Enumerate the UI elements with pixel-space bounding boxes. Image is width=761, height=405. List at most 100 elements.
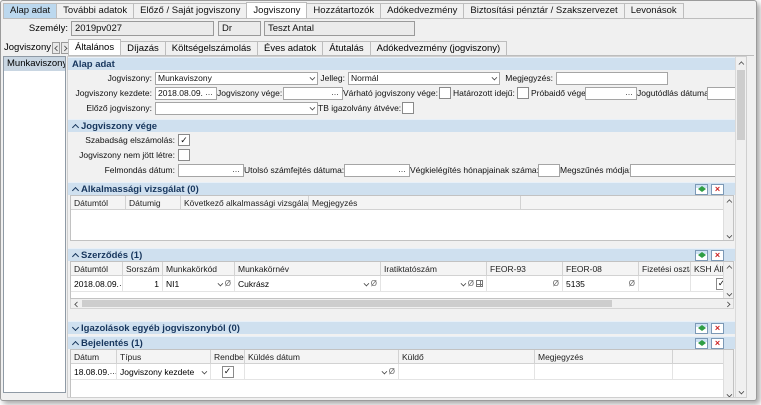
grid-export-icon[interactable] (695, 322, 708, 334)
col-megjegyzes[interactable]: Megjegyzés (309, 196, 521, 209)
szabadsag-elszamolas-checkbox[interactable]: ✓ (178, 134, 190, 146)
col-datumig[interactable]: Dátumig (126, 196, 181, 209)
cell-datum[interactable]: 18.08.09. … (71, 364, 117, 379)
tab-altalanos[interactable]: Általános (68, 39, 122, 55)
szerzodes-hscrollbar[interactable] (70, 299, 734, 309)
section-header-alkalmassagi[interactable]: Alkalmassági vizsgálat (0) × (68, 182, 736, 195)
chevron-down-icon[interactable] (310, 106, 315, 111)
grid-export-icon[interactable] (695, 337, 708, 349)
tab-biztositasi-penztar[interactable]: Biztosítási pénztár / Szakszervezet (463, 3, 625, 18)
grid-delete-icon[interactable]: × (711, 337, 724, 349)
col-fizetesi-osztaly[interactable]: Fizetési osztály (639, 262, 691, 275)
cell-datumtol[interactable]: 2018.08.09. … (71, 276, 123, 291)
chevron-down-icon[interactable] (217, 281, 222, 286)
tab-elozo-sajat-jogviszony[interactable]: Előző / Saját jogviszony (133, 3, 248, 18)
col-datum[interactable]: Dátum (71, 350, 117, 363)
list-item-munkaviszony[interactable]: Munkaviszony (4, 57, 65, 71)
cell-sorszam[interactable]: 1 (123, 276, 163, 291)
scroll-up-button[interactable] (724, 262, 733, 271)
tab-adokedvezmeny-jogviszony[interactable]: Adókedvezmény (jogviszony) (369, 41, 508, 55)
grid-export-icon[interactable] (695, 249, 708, 261)
grid-scrollbar[interactable] (723, 350, 733, 397)
collapse-icon[interactable] (72, 123, 78, 129)
jogviszony-vege-date[interactable]: … (283, 86, 343, 100)
jogviszony-select[interactable]: Munkaviszony (155, 71, 318, 85)
scroll-thumb[interactable] (737, 70, 745, 140)
collapse-icon[interactable] (72, 252, 78, 258)
lookup-icon[interactable]: Ø (629, 279, 635, 288)
col-kovetkezo-vizsgalat[interactable]: Következő alkalmassági vizsgálat (181, 196, 309, 209)
utolso-szamfejtes-date[interactable]: … (344, 163, 410, 177)
cell-fizetesi-osztaly[interactable] (639, 276, 691, 291)
person-title-field[interactable]: Dr (218, 21, 261, 36)
chevron-down-icon[interactable] (460, 281, 465, 286)
col-munkakornev[interactable]: Munkakörnév (235, 262, 381, 275)
date-picker-icon[interactable]: … (625, 89, 634, 97)
col-tipus[interactable]: Típus (117, 350, 211, 363)
cell-munkakorkod[interactable]: NI1 Ø (163, 276, 235, 291)
tab-koltsegelszamolas[interactable]: Költségelszámolás (164, 41, 258, 55)
tab-hozzatartozok[interactable]: Hozzátartozók (306, 3, 382, 18)
grid-export-icon[interactable] (695, 183, 708, 195)
tab-alap-adat[interactable]: Alap adat (3, 3, 58, 18)
grid-scrollbar[interactable] (723, 262, 733, 298)
tb-igazolvany-checkbox[interactable] (402, 102, 414, 114)
date-picker-icon[interactable]: … (205, 89, 214, 97)
person-name-field[interactable]: Teszt Antal (264, 21, 415, 36)
person-code-field[interactable]: 2019pv027 (71, 21, 214, 36)
chevron-down-icon[interactable] (381, 369, 386, 374)
hatarozott-ideju-checkbox[interactable] (517, 87, 529, 99)
grid-delete-icon[interactable]: × (711, 183, 724, 195)
collapse-icon[interactable] (72, 340, 78, 346)
section-header-szerzodes[interactable]: Szerződés (1) × (68, 248, 736, 261)
col-feor93[interactable]: FEOR-93 (487, 262, 563, 275)
cell-munkakornev[interactable]: Cukrász Ø (235, 276, 381, 291)
grid-delete-icon[interactable]: × (711, 322, 724, 334)
col-feor08[interactable]: FEOR-08 (563, 262, 639, 275)
lookup-icon[interactable]: Ø (553, 279, 559, 288)
col-iratiktatoszam[interactable]: Iratiktatószám (381, 262, 487, 275)
col-munkakorkod[interactable]: Munkakörkód (163, 262, 235, 275)
col-datumtol[interactable]: Dátumtól (71, 262, 123, 275)
date-picker-icon[interactable]: … (109, 367, 116, 376)
jelleg-select[interactable]: Normál (348, 71, 500, 85)
lookup-icon[interactable]: Ø (371, 279, 377, 288)
scroll-up-button[interactable] (724, 196, 733, 205)
lookup-icon[interactable]: Ø (468, 279, 474, 288)
tab-eves-adatok[interactable]: Éves adatok (257, 41, 324, 55)
elozo-jogviszony-select[interactable] (155, 101, 318, 115)
scroll-right-button[interactable] (723, 299, 733, 308)
nem-jott-letre-checkbox[interactable] (178, 149, 190, 161)
chevron-down-icon[interactable] (310, 76, 315, 81)
grid-scrollbar[interactable] (723, 196, 733, 240)
chevron-down-icon[interactable] (363, 281, 368, 286)
lookup-icon[interactable]: Ø (225, 279, 231, 288)
expand-icon[interactable] (72, 325, 78, 331)
hscroll-thumb[interactable] (82, 300, 612, 307)
varhato-vege-checkbox[interactable] (439, 87, 451, 99)
prev-jogviszony-button[interactable] (52, 41, 60, 54)
scroll-down-button[interactable] (736, 386, 746, 397)
cell-feor93[interactable]: Ø (487, 276, 563, 291)
section-header-alap-adat[interactable]: Alap adat (68, 57, 736, 70)
col-datumtol[interactable]: Dátumtól (71, 196, 126, 209)
chevron-down-icon[interactable] (202, 369, 207, 374)
grid-lookup-icon[interactable] (476, 280, 483, 287)
tab-tovabbi-adatok[interactable]: További adatok (56, 3, 135, 18)
tab-adokedvezmeny[interactable]: Adókedvezmény (380, 3, 465, 18)
col-sorszam[interactable]: Sorszám (123, 262, 163, 275)
col-kuldo[interactable]: Küldő (399, 350, 535, 363)
cell-feor08[interactable]: 5135 Ø (563, 276, 639, 291)
grid-delete-icon[interactable]: × (711, 249, 724, 261)
cell-kuldes-datum[interactable]: Ø (245, 364, 399, 379)
tab-atutalas[interactable]: Átutalás (322, 41, 371, 55)
megszunes-modja-select[interactable] (630, 163, 736, 177)
date-picker-icon[interactable]: … (232, 166, 241, 174)
scroll-down-button[interactable] (724, 231, 733, 240)
cell-megjegyzes[interactable] (535, 364, 673, 379)
scroll-down-button[interactable] (724, 390, 733, 397)
jogviszony-kezdete-date[interactable]: 2018.08.09. … (155, 86, 217, 100)
cell-rendben[interactable]: ✓ (211, 364, 245, 379)
scroll-left-button[interactable] (71, 299, 81, 308)
felmondas-datum-date[interactable]: … (178, 163, 244, 177)
